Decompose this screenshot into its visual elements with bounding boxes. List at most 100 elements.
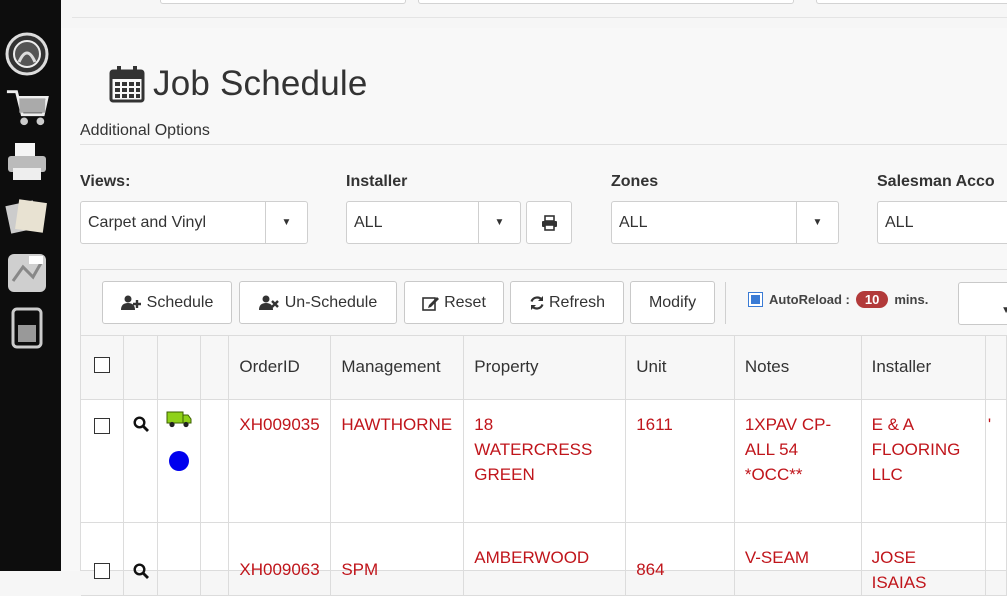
autoreload-label: AutoReload : <box>769 292 850 307</box>
table-row[interactable]: XH009063 SPM AMBERWOOD 864 V-SEAM JOSE I… <box>81 522 1007 596</box>
row-select-cell <box>81 522 125 596</box>
reset-button[interactable]: Reset <box>404 281 504 324</box>
truck-icon <box>166 411 192 427</box>
salesman-select[interactable]: ALL <box>877 201 1007 244</box>
refresh-button[interactable]: Refresh <box>510 281 624 324</box>
column-header-extra <box>200 336 230 400</box>
notes-cell: 1XPAV CP-ALL 54 *OCC** <box>734 399 862 523</box>
top-input-1[interactable] <box>160 0 406 4</box>
unschedule-button-label: Un-Schedule <box>284 293 378 311</box>
autoreload-checkbox[interactable] <box>748 292 763 307</box>
column-header-installer[interactable]: Installer <box>861 336 986 400</box>
page-header: Job Schedule <box>109 64 368 104</box>
status-dot-icon <box>169 450 190 471</box>
more-cell <box>985 522 1007 596</box>
column-header-notes[interactable]: Notes <box>734 336 862 400</box>
printer-icon[interactable] <box>5 140 49 184</box>
installer-label: Installer <box>346 173 408 190</box>
schedule-table: OrderID Management Property Unit Notes I… <box>81 336 1007 596</box>
property-cell: AMBERWOOD <box>463 522 627 596</box>
column-header-orderid[interactable]: OrderID <box>228 336 332 400</box>
orderid-cell[interactable]: XH009063 <box>228 522 332 596</box>
column-header-property[interactable]: Property <box>463 336 627 400</box>
schedule-panel: Schedule Un-Schedule Reset Refresh Modif… <box>80 269 1007 596</box>
management-cell: SPM <box>330 522 465 596</box>
table-row[interactable]: XH009035 HAWTHORNE 18 WATERCRESS GREEN 1… <box>81 399 1007 523</box>
printer-icon <box>541 214 557 231</box>
zones-select[interactable]: ALL ▼ <box>611 201 839 244</box>
row-checkbox[interactable] <box>94 417 111 434</box>
search-icon[interactable] <box>133 415 149 432</box>
unit-cell: 1611 <box>625 399 735 523</box>
page-size-dropdown[interactable]: ▼ <box>958 282 1007 325</box>
unit-cell: 864 <box>625 522 735 596</box>
views-label: Views: <box>80 173 131 190</box>
top-input-2[interactable] <box>418 0 794 4</box>
cart-icon[interactable] <box>5 85 49 129</box>
print-button[interactable] <box>526 201 572 244</box>
remove-user-icon <box>258 295 279 310</box>
row-select-cell <box>81 399 125 523</box>
divider <box>80 144 1007 145</box>
installer-cell: JOSE ISAIAS <box>861 522 986 596</box>
column-header-unit[interactable]: Unit <box>625 336 735 400</box>
toolbar-separator <box>725 282 726 324</box>
unschedule-button[interactable]: Un-Schedule <box>239 281 397 324</box>
orderid-cell[interactable]: XH009035 <box>228 399 332 523</box>
autoreload-control: AutoReload : 10 mins. <box>748 291 928 308</box>
column-header-view <box>123 336 159 400</box>
schedule-button[interactable]: Schedule <box>102 281 232 324</box>
refresh-button-label: Refresh <box>548 293 606 311</box>
refresh-icon <box>530 295 544 310</box>
extra-cell <box>200 399 230 523</box>
autoreload-unit: mins. <box>894 292 929 307</box>
autoreload-minutes-badge[interactable]: 10 <box>855 291 889 308</box>
reset-button-label: Reset <box>444 293 486 311</box>
app-dock <box>0 0 61 571</box>
additional-options-link[interactable]: Additional Options <box>80 122 210 140</box>
chevron-down-icon: ▼ <box>1001 305 1007 316</box>
notes-icon[interactable] <box>5 195 49 239</box>
top-filter-bar <box>72 0 1007 18</box>
salesman-select-value: ALL <box>885 213 914 231</box>
add-user-icon <box>120 295 141 310</box>
modify-button[interactable]: Modify <box>630 281 715 324</box>
column-header-more <box>985 336 1007 400</box>
column-header-management[interactable]: Management <box>330 336 465 400</box>
views-select-value: Carpet and Vinyl <box>88 213 206 231</box>
column-header-status <box>157 336 201 400</box>
chevron-down-icon: ▼ <box>796 202 838 243</box>
top-input-3[interactable] <box>816 0 1007 4</box>
installer-select-value: ALL <box>354 213 383 231</box>
view-cell <box>123 522 159 596</box>
modify-button-label: Modify <box>648 293 697 311</box>
edit-icon <box>422 296 440 311</box>
salesman-label: Salesman Acco <box>877 173 995 190</box>
map-icon[interactable] <box>5 251 49 295</box>
installer-cell: E & A FLOORING LLC <box>861 399 986 523</box>
schedule-button-label: Schedule <box>146 293 214 311</box>
chevron-down-icon: ▼ <box>265 202 307 243</box>
property-cell: 18 WATERCRESS GREEN <box>463 399 627 523</box>
view-cell <box>123 399 159 523</box>
notes-cell: V-SEAM <box>734 522 862 596</box>
main-content: Job Schedule Additional Options Views: C… <box>61 28 1007 596</box>
battery-icon[interactable] <box>5 305 49 349</box>
zones-label: Zones <box>611 173 659 190</box>
status-cell <box>157 399 201 523</box>
more-cell: ' <box>985 399 1007 523</box>
management-cell: HAWTHORNE <box>330 399 465 523</box>
views-select[interactable]: Carpet and Vinyl ▼ <box>80 201 308 244</box>
chevron-down-icon: ▼ <box>478 202 520 243</box>
status-cell <box>157 522 201 596</box>
dashboard-icon[interactable] <box>5 32 49 76</box>
calendar-icon <box>109 66 145 103</box>
table-header-row: OrderID Management Property Unit Notes I… <box>81 336 1007 400</box>
page-title: Job Schedule <box>153 64 368 103</box>
select-all-checkbox[interactable] <box>94 356 111 373</box>
zones-select-value: ALL <box>619 213 648 231</box>
extra-cell <box>200 522 230 596</box>
installer-select[interactable]: ALL ▼ <box>346 201 521 244</box>
select-all-header <box>81 336 125 400</box>
schedule-toolbar: Schedule Un-Schedule Reset Refresh Modif… <box>81 270 1007 336</box>
